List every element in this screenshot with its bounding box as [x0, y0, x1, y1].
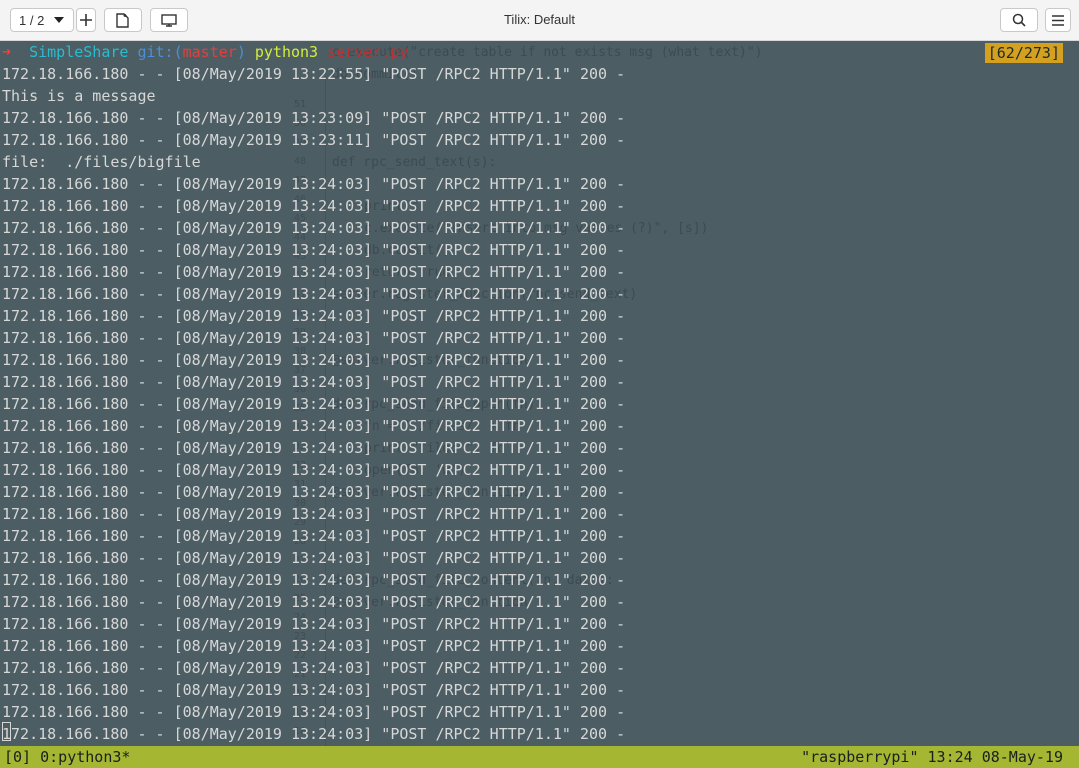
terminal-output-line: 172.18.166.180 - - [08/May/2019 13:24:03… — [2, 461, 626, 479]
prompt-git-close: ) — [236, 43, 246, 61]
terminal-output-line: 172.18.166.180 - - [08/May/2019 13:24:03… — [2, 417, 626, 435]
terminal-output-line: 172.18.166.180 - - [08/May/2019 13:24:03… — [2, 549, 626, 567]
terminal-output-line: 172.18.166.180 - - [08/May/2019 13:24:03… — [2, 483, 626, 501]
search-icon — [1012, 13, 1026, 27]
terminal-output-line: 172.18.166.180 - - [08/May/2019 13:24:03… — [2, 285, 626, 303]
terminal-output-line: 172.18.166.180 - - [08/May/2019 13:24:03… — [2, 505, 626, 523]
terminal-output-line: 172.18.166.180 - - [08/May/2019 13:24:03… — [2, 175, 626, 193]
prompt-argument: server.py — [327, 43, 409, 61]
status-window-list: [0] 0:python3* — [4, 748, 131, 766]
scroll-position-counter: [62/273] — [984, 43, 1063, 63]
terminal-output-line: file: ./files/bigfile — [2, 153, 201, 171]
tmux-status-bar: [0] 0:python3* "raspberrypi" 13:24 08-Ma… — [0, 746, 1079, 768]
terminal-output-line: 172.18.166.180 - - [08/May/2019 13:22:55… — [2, 65, 626, 83]
terminal-output-line: 172.18.166.180 - - [08/May/2019 13:24:03… — [2, 681, 626, 699]
terminal-output-line: 172.18.166.180 - - [08/May/2019 13:24:03… — [2, 439, 626, 457]
prompt-directory: SimpleShare — [29, 43, 129, 61]
terminal-pane[interactable]: c.execute("create table if not exists ms… — [0, 41, 1079, 768]
terminal-output-line: 172.18.166.180 - - [08/May/2019 13:24:03… — [2, 725, 626, 743]
terminal-output-line: 172.18.166.180 - - [08/May/2019 13:23:09… — [2, 109, 626, 127]
terminal-output-line: 172.18.166.180 - - [08/May/2019 13:24:03… — [2, 615, 626, 633]
editor-line-number: 48 — [293, 156, 306, 167]
terminal-output-line: 172.18.166.180 - - [08/May/2019 13:24:03… — [2, 329, 626, 347]
terminal-output-line: 172.18.166.180 - - [08/May/2019 13:24:03… — [2, 395, 626, 413]
terminal-output-line: 172.18.166.180 - - [08/May/2019 13:24:03… — [2, 703, 626, 721]
terminal-output-line: 172.18.166.180 - - [08/May/2019 13:24:03… — [2, 637, 626, 655]
hamburger-menu-icon — [1052, 14, 1064, 26]
window-title: Tilix: Default — [503, 12, 576, 27]
terminal-output-line: 172.18.166.180 - - [08/May/2019 13:24:03… — [2, 219, 626, 237]
terminal-output-line: 172.18.166.180 - - [08/May/2019 13:24:03… — [2, 197, 626, 215]
editor-code-line: def rpc_send_text(s): — [332, 155, 497, 170]
terminal-output-line: 172.18.166.180 - - [08/May/2019 13:24:03… — [2, 351, 626, 369]
status-host-time: "raspberrypi" 13:24 08-May-19 — [801, 748, 1063, 766]
prompt-line: ➜ SimpleShare git:(master) python3 serve… — [2, 41, 408, 63]
terminal-output-line: 172.18.166.180 - - [08/May/2019 13:24:03… — [2, 373, 626, 391]
prompt-git: git:( — [137, 43, 183, 61]
terminal-output-line: 172.18.166.180 - - [08/May/2019 13:24:03… — [2, 241, 626, 259]
terminal-cursor — [2, 722, 11, 741]
terminal-output-line: 172.18.166.180 - - [08/May/2019 13:24:03… — [2, 263, 626, 281]
search-button[interactable] — [1000, 8, 1038, 32]
title-bar: 1 / 2 Tilix: Default — [0, 0, 1079, 41]
menu-button[interactable] — [1045, 8, 1071, 32]
prompt-command: python3 — [254, 43, 319, 61]
terminal-output-line: 172.18.166.180 - - [08/May/2019 13:24:03… — [2, 307, 626, 325]
prompt-arrow: ➜ — [2, 43, 12, 61]
terminal-output-line: 172.18.166.180 - - [08/May/2019 13:24:03… — [2, 571, 626, 589]
terminal-output-line: 172.18.166.180 - - [08/May/2019 13:24:03… — [2, 527, 626, 545]
prompt-branch: master — [182, 43, 237, 61]
terminal-output-line: 172.18.166.180 - - [08/May/2019 13:24:03… — [2, 659, 626, 677]
terminal-output-line: 172.18.166.180 - - [08/May/2019 13:24:03… — [2, 593, 626, 611]
terminal-output-line: This is a message — [2, 87, 156, 105]
terminal-output-line: 172.18.166.180 - - [08/May/2019 13:23:11… — [2, 131, 626, 149]
